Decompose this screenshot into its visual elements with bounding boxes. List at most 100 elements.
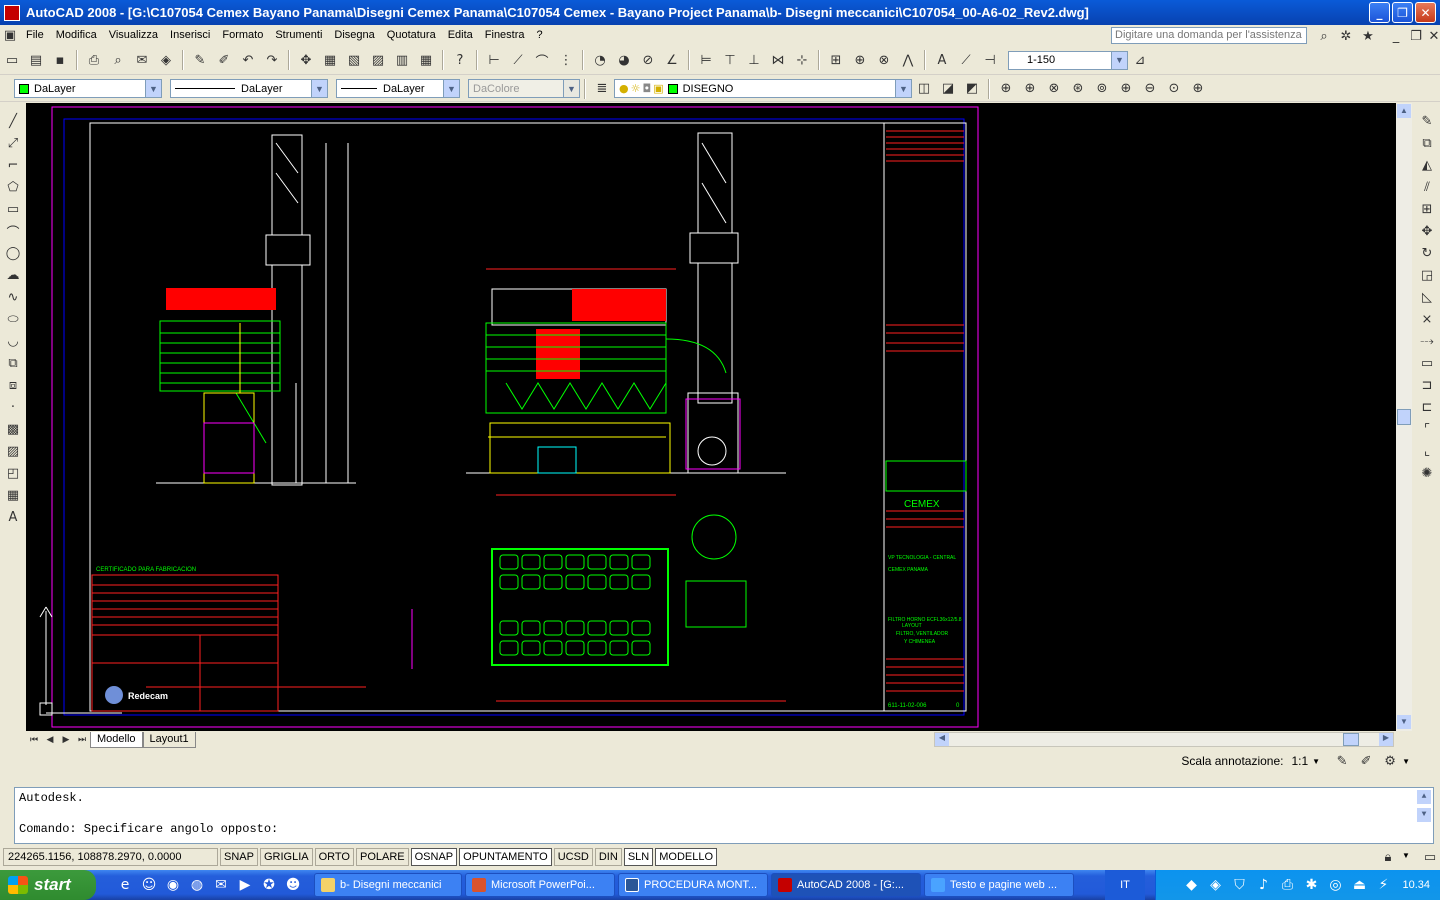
point-icon[interactable]: · (2, 396, 24, 418)
layer-states-icon[interactable]: ◩ (961, 78, 983, 100)
help-icon[interactable]: ? (449, 49, 471, 71)
favorites-icon[interactable]: ★ (1357, 25, 1379, 47)
undo-icon[interactable]: ↶ (237, 49, 259, 71)
start-button[interactable]: start (0, 870, 96, 900)
auto-scale-icon[interactable]: ✐ (1355, 750, 1377, 772)
messenger-icon[interactable]: ☺ (138, 874, 160, 896)
make-block-icon[interactable]: ⧈ (2, 374, 24, 396)
inspection-icon[interactable]: ⊗ (873, 49, 895, 71)
annotation-scale-value[interactable]: 1:1 (1291, 754, 1308, 768)
layer-previous-icon[interactable]: ◪ (937, 78, 959, 100)
continue-dim-icon[interactable]: ⊥ (743, 49, 765, 71)
volume-icon[interactable]: ♪ (1252, 874, 1274, 896)
angular-dim-icon[interactable]: ∠ (661, 49, 683, 71)
color-select[interactable]: DaLayer ▼ (14, 79, 162, 98)
radius-dim-icon[interactable]: ◔ (589, 49, 611, 71)
cmd-scroll-up-icon[interactable]: ▲ (1417, 790, 1431, 804)
tab-model[interactable]: Modello (90, 731, 143, 748)
3d-dwf-icon[interactable]: ◈ (155, 49, 177, 71)
rectangle-icon[interactable]: ▭ (2, 198, 24, 220)
communication-center-icon[interactable]: ✲ (1335, 25, 1357, 47)
arc-length-icon[interactable]: ⌒ (531, 49, 553, 71)
bluetooth-icon[interactable]: ✱ (1300, 874, 1322, 896)
clock[interactable]: 10.34 (1402, 879, 1430, 891)
ellipse-arc-icon[interactable]: ◡ (2, 330, 24, 352)
baseline-dim-icon[interactable]: ⊤ (719, 49, 741, 71)
tolerance-icon[interactable]: ⊞ (825, 49, 847, 71)
break-at-point-icon[interactable]: ▭ (1416, 352, 1438, 374)
lwt-toggle[interactable]: SLN (623, 848, 654, 866)
zoom-center-icon[interactable]: ⊛ (1067, 78, 1089, 100)
move-icon[interactable]: ✥ (1416, 220, 1438, 242)
revision-cloud-icon[interactable]: ☁ (2, 264, 24, 286)
dim-update-icon[interactable]: ⊣ (979, 49, 1001, 71)
dim-scale-select[interactable]: 1-150 ▼ (1008, 50, 1128, 70)
shield-icon[interactable]: ⛉ (1228, 874, 1250, 896)
jogged-linear-icon[interactable]: ⋀ (897, 49, 919, 71)
layer-select[interactable]: ● ☼ ◘ ▣ DISEGNO ▼ (614, 79, 912, 98)
task-word[interactable]: PROCEDURA MONT... (618, 873, 768, 897)
make-layer-current-icon[interactable]: ◫ (913, 78, 935, 100)
join-icon[interactable]: ⊏ (1416, 396, 1438, 418)
linetype-select[interactable]: DaLayer ▼ (170, 79, 328, 98)
diameter-dim-icon[interactable]: ⊘ (637, 49, 659, 71)
ortho-toggle[interactable]: ORTO (314, 848, 354, 866)
menu-strumenti[interactable]: Strumenti (269, 29, 328, 41)
scroll-right-arrow[interactable]: ▶ (1379, 733, 1393, 746)
chevron-down-icon[interactable]: ▼ (895, 80, 911, 97)
chevron-down-icon[interactable]: ▼ (145, 80, 161, 97)
update-icon[interactable]: ◎ (1324, 874, 1346, 896)
break-icon[interactable]: ⊐ (1416, 374, 1438, 396)
doc-minimize-button[interactable]: _ (1385, 25, 1407, 47)
workspace-icon[interactable]: ⚙ (1379, 750, 1401, 772)
scroll-left-arrow[interactable]: ◀ (935, 733, 949, 746)
insert-block-icon[interactable]: ⧉ (2, 352, 24, 374)
trim-icon[interactable]: ⨯ (1416, 308, 1438, 330)
task-explorer[interactable]: b- Disegni meccanici (314, 873, 462, 897)
menu-help[interactable]: ? (531, 29, 549, 41)
firefox-icon[interactable]: ◍ (186, 874, 208, 896)
smiley-icon[interactable]: ☻ (282, 874, 304, 896)
menu-quotatura[interactable]: Quotatura (381, 29, 442, 41)
redo-icon[interactable]: ↷ (261, 49, 283, 71)
polar-toggle[interactable]: POLARE (355, 848, 409, 866)
region-icon[interactable]: ◰ (2, 462, 24, 484)
annotation-visibility-icon[interactable]: ✎ (1331, 750, 1353, 772)
close-button[interactable]: ✕ (1415, 2, 1436, 23)
menu-disegna[interactable]: Disegna (328, 29, 380, 41)
doc-close-button[interactable]: ✕ (1423, 25, 1440, 47)
menu-modifica[interactable]: Modifica (50, 29, 103, 41)
grid-toggle[interactable]: GRIGLIA (259, 848, 313, 866)
rotate-icon[interactable]: ↻ (1416, 242, 1438, 264)
language-indicator[interactable]: IT (1105, 870, 1145, 900)
zoom-dynamic-icon[interactable]: ⊕ (1019, 78, 1041, 100)
dim-space-icon[interactable]: ⋈ (767, 49, 789, 71)
zoom-realtime-icon[interactable]: ▦ (319, 49, 341, 71)
app-icon[interactable]: ✪ (258, 874, 280, 896)
safely-remove-icon[interactable]: ⏏ (1348, 874, 1370, 896)
jogged-dim-icon[interactable]: ◕ (613, 49, 635, 71)
open-file-icon[interactable]: ▤ (25, 49, 47, 71)
arc-icon[interactable]: ⌒ (2, 220, 24, 242)
scale-icon[interactable]: ◲ (1416, 264, 1438, 286)
aligned-dim-icon[interactable]: ⟋ (507, 49, 529, 71)
zoom-extents-icon[interactable]: ⊕ (1187, 78, 1209, 100)
fillet-icon[interactable]: ⌞ (1416, 440, 1438, 462)
center-mark-icon[interactable]: ⊕ (849, 49, 871, 71)
print-preview-icon[interactable]: ⌕ (107, 49, 129, 71)
polygon-icon[interactable]: ⬠ (2, 176, 24, 198)
zoom-window-icon[interactable]: ▧ (343, 49, 365, 71)
zoom-all-icon[interactable]: ⊙ (1163, 78, 1185, 100)
stretch-icon[interactable]: ◺ (1416, 286, 1438, 308)
task-powerpoint[interactable]: Microsoft PowerPoi... (465, 873, 615, 897)
explode-icon[interactable]: ✺ (1416, 462, 1438, 484)
snap-toggle[interactable]: SNAP (220, 848, 258, 866)
table-icon[interactable]: ▦ (2, 484, 24, 506)
linear-dim-icon[interactable]: ⊢ (483, 49, 505, 71)
printer-icon[interactable]: ⎙ (1276, 874, 1298, 896)
pan-icon[interactable]: ✥ (295, 49, 317, 71)
menu-file[interactable]: File (20, 29, 50, 41)
command-prompt-line[interactable]: Comando: Specificare angolo opposto: (15, 821, 1433, 838)
zoom-out-icon[interactable]: ⊖ (1139, 78, 1161, 100)
tab-next-icon[interactable]: ▶ (59, 729, 73, 751)
